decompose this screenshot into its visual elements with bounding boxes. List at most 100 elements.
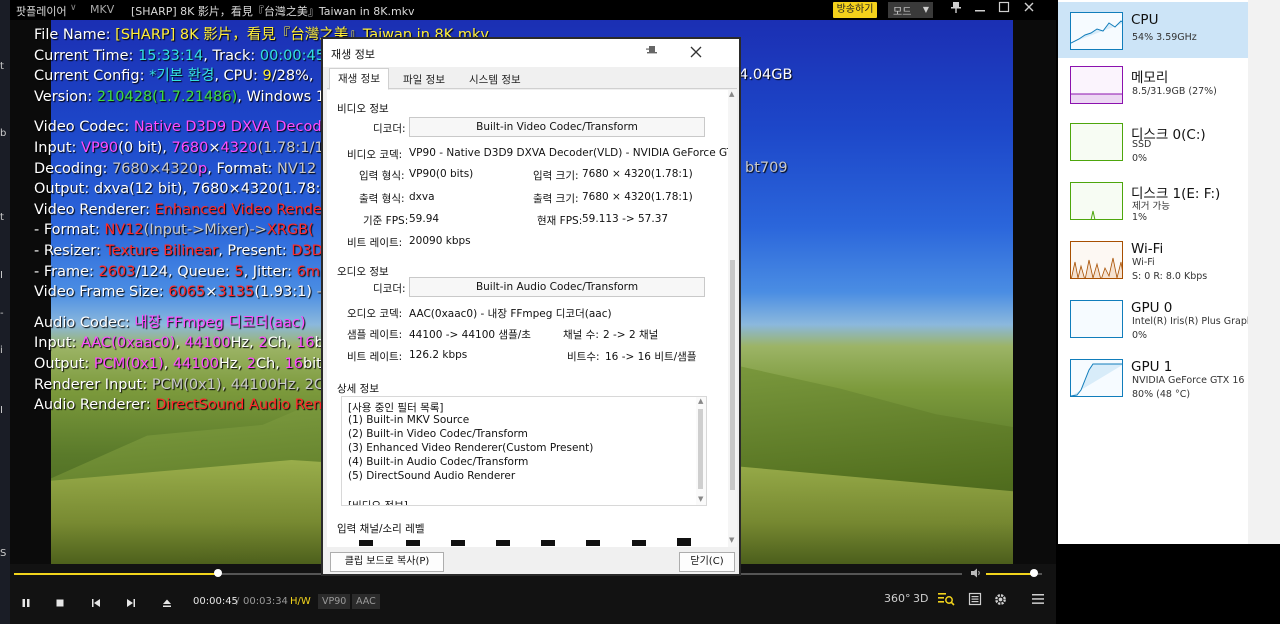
disk0-graph xyxy=(1070,123,1123,161)
eject-button[interactable] xyxy=(157,594,177,614)
next-button[interactable] xyxy=(121,594,141,614)
channels-value: 2 -> 2 채널 xyxy=(603,329,659,341)
stop-button[interactable] xyxy=(50,594,70,614)
video-decoder-label: 디코더: xyxy=(373,123,406,135)
level-meter xyxy=(632,540,646,546)
perf-item-gpu0[interactable]: GPU 0 Intel(R) Iris(R) Plus Graph 0% xyxy=(1058,290,1253,346)
sample-rate-value: 44100 -> 44100 샘플/초 xyxy=(409,329,531,341)
output-size-value: 7680 × 4320(1.78:1) xyxy=(582,191,693,203)
desktop-fragment: I xyxy=(0,405,3,416)
tab-system-info[interactable]: 시스템 정보 xyxy=(460,69,530,89)
filter-list-line: (4) Built-in Audio Codec/Transform xyxy=(348,456,529,468)
level-meter xyxy=(406,540,420,546)
channels-label: 채널 수: xyxy=(563,329,599,341)
bits-value: 16 -> 16 비트/샘플 xyxy=(605,351,697,363)
scroll-down-arrow-icon[interactable]: ▼ xyxy=(698,495,703,503)
current-fps-label: 현재 FPS: xyxy=(537,215,583,227)
dialog-scrollbar[interactable]: ▲ ▼ xyxy=(728,90,737,547)
hw-decoding-badge[interactable]: H/W xyxy=(290,596,311,607)
input-format-label: 입력 형식: xyxy=(359,170,405,182)
video-decoder-button[interactable]: Built-in Video Codec/Transform xyxy=(409,117,705,137)
level-section-heading: 입력 채널/소리 레벨 xyxy=(337,523,425,535)
desktop-fragment: S xyxy=(0,548,7,559)
output-format-value: dxva xyxy=(409,191,435,203)
wifi-graph xyxy=(1070,241,1123,279)
scroll-up-arrow-icon[interactable]: ▲ xyxy=(729,90,734,98)
tab-file-info[interactable]: 파일 정보 xyxy=(394,69,454,89)
scroll-thumb[interactable] xyxy=(698,409,703,489)
settings-gear-icon[interactable] xyxy=(993,592,1008,610)
volume-level xyxy=(986,573,1034,575)
dialog-close-button[interactable]: 닫기(C) xyxy=(679,552,735,572)
seek-progress xyxy=(14,573,218,575)
level-meter xyxy=(586,540,600,546)
desktop-fragment: I xyxy=(0,270,3,281)
filter-list-line: (5) DirectSound Audio Renderer xyxy=(348,470,516,482)
video-codec-value: VP90 - Native D3D9 DXVA Decoder(VLD) - N… xyxy=(409,147,734,159)
scroll-up-arrow-icon[interactable]: ▲ xyxy=(698,397,703,405)
pin-icon[interactable] xyxy=(947,1,965,19)
level-meter xyxy=(451,540,465,546)
close-icon[interactable] xyxy=(1020,1,1038,19)
current-time: 00:00:45 xyxy=(193,596,238,607)
broadcast-button[interactable]: 방송하기 xyxy=(833,2,877,18)
perf-detail: 80% (48 °C) xyxy=(1132,389,1191,400)
dialog-title-bar[interactable]: 재생 정보 xyxy=(323,39,739,67)
scroll-thumb[interactable] xyxy=(730,260,735,490)
perf-detail: 8.5/31.9GB (27%) xyxy=(1132,86,1217,97)
audio-codec-tag: AAC xyxy=(352,594,380,609)
video-codec-label: 비디오 코덱: xyxy=(347,149,403,161)
3d-button[interactable]: 3D xyxy=(913,592,928,605)
perf-detail: NVIDIA GeForce GTX 16 xyxy=(1132,375,1245,386)
perf-detail: Wi-Fi xyxy=(1132,257,1155,268)
detail-section-heading: 상세 정보 xyxy=(337,383,379,395)
audio-bitrate-label: 비트 레이트: xyxy=(347,351,403,363)
disk1-graph xyxy=(1070,182,1123,220)
volume-handle[interactable] xyxy=(1029,569,1038,577)
gpu0-graph xyxy=(1070,300,1123,338)
perf-item-wifi[interactable]: Wi-Fi Wi-Fi S: 0 R: 8.0 Kbps xyxy=(1058,231,1248,287)
title-bar[interactable]: 팟플레이어 ∨ MKV [SHARP] 8K 影片，看見『台灣之美』Taiwan… xyxy=(10,0,1056,20)
video-codec-tag: VP90 xyxy=(318,594,351,609)
dialog-close-icon[interactable] xyxy=(689,41,703,63)
perf-item-cpu[interactable]: CPU 54% 3.59GHz xyxy=(1058,2,1248,58)
previous-button[interactable] xyxy=(86,594,106,614)
filter-list-box[interactable]: [사용 중인 필터 목록] (1) Built-in MKV Source (2… xyxy=(341,396,707,506)
perf-item-memory[interactable]: 메모리 8.5/31.9GB (27%) xyxy=(1058,56,1248,112)
video-bitrate-value: 20090 kbps xyxy=(409,235,471,247)
vr-360-button[interactable]: 360° xyxy=(884,592,911,605)
pin-icon[interactable] xyxy=(645,43,659,61)
audio-bitrate-value: 126.2 kbps xyxy=(409,349,468,361)
chevron-down-icon[interactable]: ∨ xyxy=(70,3,77,13)
total-time: 00:03:34 xyxy=(243,596,288,607)
filter-list-line: (3) Enhanced Video Renderer(Custom Prese… xyxy=(348,442,594,454)
playlist-search-icon[interactable] xyxy=(937,591,955,610)
copy-to-clipboard-button[interactable]: 클립 보드로 복사(P) xyxy=(330,552,444,572)
perf-detail: 54% 3.59GHz xyxy=(1132,32,1197,43)
perf-item-disk1[interactable]: 디스크 1(E: F:) 제거 가능 1% xyxy=(1058,172,1248,228)
perf-detail: S: 0 R: 8.0 Kbps xyxy=(1132,271,1208,282)
mode-dropdown[interactable]: 모드 ▼ xyxy=(888,2,933,18)
playlist-icon[interactable] xyxy=(968,592,982,609)
perf-item-disk0[interactable]: 디스크 0(C:) SSD 0% xyxy=(1058,113,1248,169)
pause-button[interactable] xyxy=(16,594,36,614)
volume-icon[interactable] xyxy=(970,567,982,582)
tab-playback-info[interactable]: 재생 정보 xyxy=(329,68,389,90)
scroll-down-arrow-icon[interactable]: ▼ xyxy=(729,536,734,544)
perf-detail: Intel(R) Iris(R) Plus Graph xyxy=(1132,316,1253,327)
dialog-body: 비디오 정보 디코더: Built-in Video Codec/Transfo… xyxy=(327,90,737,547)
bits-label: 비트수: xyxy=(567,351,600,363)
perf-name: GPU 0 xyxy=(1131,300,1173,316)
window-title: [SHARP] 8K 影片，看見『台灣之美』Taiwan in 8K.mkv xyxy=(131,5,415,18)
filter-list-line: [비디오 정보] xyxy=(348,500,408,506)
dropdown-arrow-icon: ▼ xyxy=(922,5,929,14)
maximize-icon[interactable] xyxy=(995,1,1013,19)
audio-decoder-button[interactable]: Built-in Audio Codec/Transform xyxy=(409,277,705,297)
minimize-icon[interactable] xyxy=(971,1,989,19)
menu-icon[interactable] xyxy=(1031,593,1045,608)
perf-item-gpu1[interactable]: GPU 1 NVIDIA GeForce GTX 16 80% (48 °C) xyxy=(1058,349,1248,405)
desktop-fragment: t xyxy=(0,212,4,223)
seek-handle[interactable] xyxy=(213,569,222,577)
filter-list-scrollbar[interactable]: ▲ ▼ xyxy=(696,397,706,505)
app-menu[interactable]: 팟플레이어 xyxy=(16,3,67,19)
